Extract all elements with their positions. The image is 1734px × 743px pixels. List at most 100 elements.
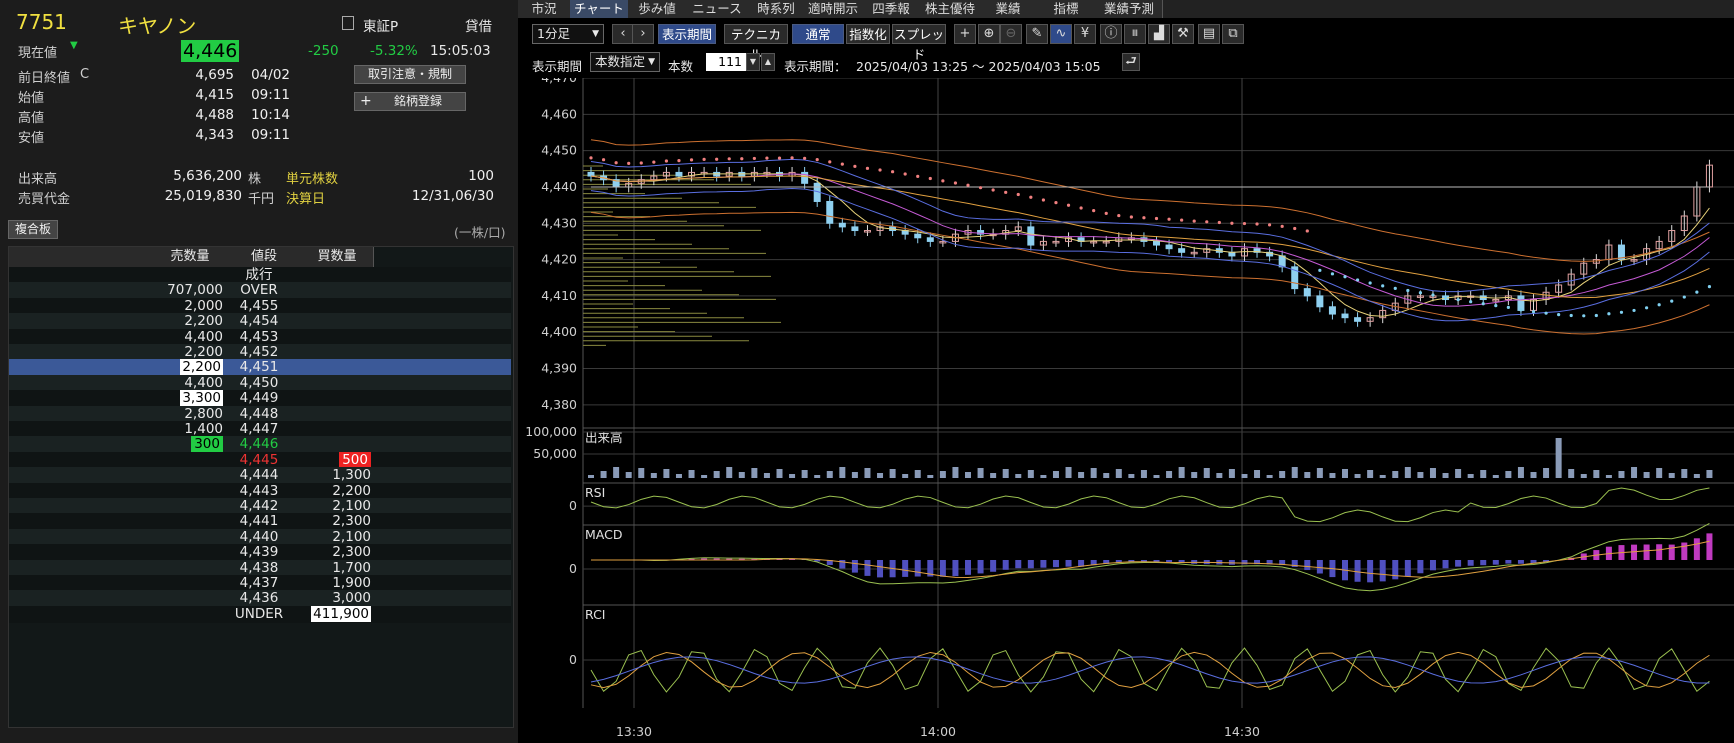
sar-dot	[1619, 310, 1624, 314]
macd-histogram-bar	[1517, 560, 1524, 564]
crosshair-icon[interactable]: +	[954, 24, 976, 44]
sar-dot	[1456, 298, 1460, 302]
next-button[interactable]: ›	[632, 24, 654, 44]
volume-bar	[1505, 471, 1512, 478]
print-icon[interactable]: ▤	[1198, 24, 1220, 44]
zoom-in-icon[interactable]: ⊕	[978, 24, 1000, 44]
sar-dot	[601, 158, 606, 162]
line-chart-icon[interactable]: ∿	[1050, 24, 1072, 44]
volume-bar	[1065, 467, 1072, 478]
sar-dot	[803, 156, 807, 160]
interval-select[interactable]: 1分足 ▼	[532, 24, 604, 44]
sar-dot	[1355, 278, 1360, 282]
yen-icon[interactable]: ¥	[1074, 24, 1096, 44]
sar-dot	[777, 156, 782, 160]
volume-bar	[1304, 472, 1311, 478]
macd-histogram-bar	[1392, 560, 1399, 580]
technical-button[interactable]: テクニカル	[724, 24, 788, 62]
sar-dot	[715, 157, 719, 161]
spread-button[interactable]: スプレッド	[892, 24, 946, 62]
rsi-line	[590, 487, 1710, 523]
sell-qty-value: 2,000	[184, 297, 223, 314]
candle-body	[1178, 248, 1186, 253]
order-book-row[interactable]: UNDER 411,900	[9, 605, 511, 623]
wrench-icon[interactable]: ⚒	[1172, 24, 1194, 44]
macd-histogram-bar	[1404, 560, 1411, 577]
market-label: 東証P	[363, 19, 399, 35]
tab-5[interactable]: 適時開示	[804, 0, 863, 18]
document-icon[interactable]	[342, 16, 354, 30]
macd-histogram-bar	[1027, 560, 1034, 569]
my-indicator-icon[interactable]: Ⅲ	[1124, 24, 1146, 44]
sar-dot	[1494, 304, 1498, 308]
tab-bar: 市況 チャート 歩み値 ニュース 時系列 適時開示 四季報 株主優待 業績 指標 業績予測	[518, 0, 1734, 18]
volume-bar	[977, 468, 984, 478]
volume-bar	[1392, 471, 1399, 478]
volume-bar	[613, 467, 620, 478]
normal-button[interactable]: 通常	[792, 24, 844, 44]
sar-dot	[614, 161, 618, 165]
sar-dot	[1029, 195, 1033, 199]
range-value: 2025/04/03 13:25 ～ 2025/04/03 15:05	[856, 59, 1101, 74]
candle-body	[1328, 306, 1336, 315]
volume-bar	[1480, 470, 1487, 478]
quote-value: 4,695	[195, 67, 234, 83]
trade-notice-button[interactable]: 取引注意・規制	[354, 65, 466, 84]
tab-10[interactable]: 業績予測	[1096, 0, 1163, 18]
y-tick-label: 4,440	[541, 179, 577, 194]
plus-icon: +	[360, 93, 372, 109]
macd-histogram-bar	[1002, 560, 1009, 570]
tab-4[interactable]: 時系列	[748, 0, 805, 18]
count-up-icon[interactable]: ▲	[761, 53, 775, 71]
refresh-icon[interactable]: ⮐	[1122, 53, 1140, 71]
candle-body	[1228, 251, 1236, 257]
macd-histogram-bar	[1668, 544, 1675, 560]
price-chart[interactable]: 4,470 4,460 4,450 4,440 4,430 4,420 4,410 4,400…	[518, 78, 1734, 743]
board-title-button[interactable]: 複合板	[8, 220, 58, 239]
sar-dot	[1041, 198, 1045, 202]
add-watchlist-button[interactable]: + 銘柄登録	[354, 92, 466, 111]
period-mode-value: 本数指定	[595, 54, 646, 69]
ma-line	[590, 175, 1710, 299]
tab-8[interactable]: 業績	[980, 0, 1037, 18]
prev-button[interactable]: ‹	[612, 24, 634, 44]
count-input[interactable]: 111	[706, 53, 746, 71]
panel-label: MACD	[585, 527, 622, 542]
volume-bar	[1128, 474, 1135, 478]
sar-dot	[1594, 313, 1598, 318]
tab-6[interactable]: 四季報	[862, 0, 921, 18]
y-tick-label: 4,460	[541, 106, 577, 121]
volume-bar	[1342, 469, 1348, 478]
sar-dot	[891, 170, 895, 174]
pencil-icon[interactable]: ✎	[1026, 24, 1048, 44]
macd-histogram-bar	[1706, 533, 1713, 560]
tab-3[interactable]: ニュース	[686, 0, 749, 18]
tab-0[interactable]: 市況	[518, 0, 571, 18]
stock-code: 7751	[16, 10, 67, 34]
sar-dot	[1569, 313, 1573, 318]
volume-bar	[701, 475, 708, 478]
export-icon[interactable]: ⧉	[1222, 24, 1244, 44]
tab-7[interactable]: 株主優待	[920, 0, 981, 18]
tab-2[interactable]: 歩み値	[628, 0, 687, 18]
sar-dot	[1657, 303, 1661, 307]
count-down-icon[interactable]: ▼	[746, 53, 760, 71]
volume-bar	[776, 469, 783, 478]
sar-dot	[865, 166, 870, 170]
area-chart-icon[interactable]: ▟	[1148, 24, 1170, 44]
sar-dot	[1293, 226, 1297, 231]
info-icon[interactable]: ⓘ	[1100, 24, 1122, 44]
zoom-out-icon[interactable]: ⊖	[1000, 24, 1022, 44]
tab-9[interactable]: 指標	[1036, 0, 1097, 18]
candle-body	[1153, 240, 1160, 246]
tab-1[interactable]: チャート	[570, 0, 629, 18]
period-button[interactable]: 表示期間	[658, 24, 716, 44]
price-time: 15:05:03	[430, 43, 491, 59]
sar-dot	[1054, 201, 1058, 205]
macd-histogram-bar	[1065, 560, 1072, 567]
sar-dot	[677, 159, 681, 163]
buy-qty: 411,900	[307, 605, 371, 623]
quote-value: 4,488	[195, 107, 234, 123]
period-mode-select[interactable]: 本数指定 ▼	[590, 52, 660, 72]
index-button[interactable]: 指数化	[846, 24, 890, 44]
